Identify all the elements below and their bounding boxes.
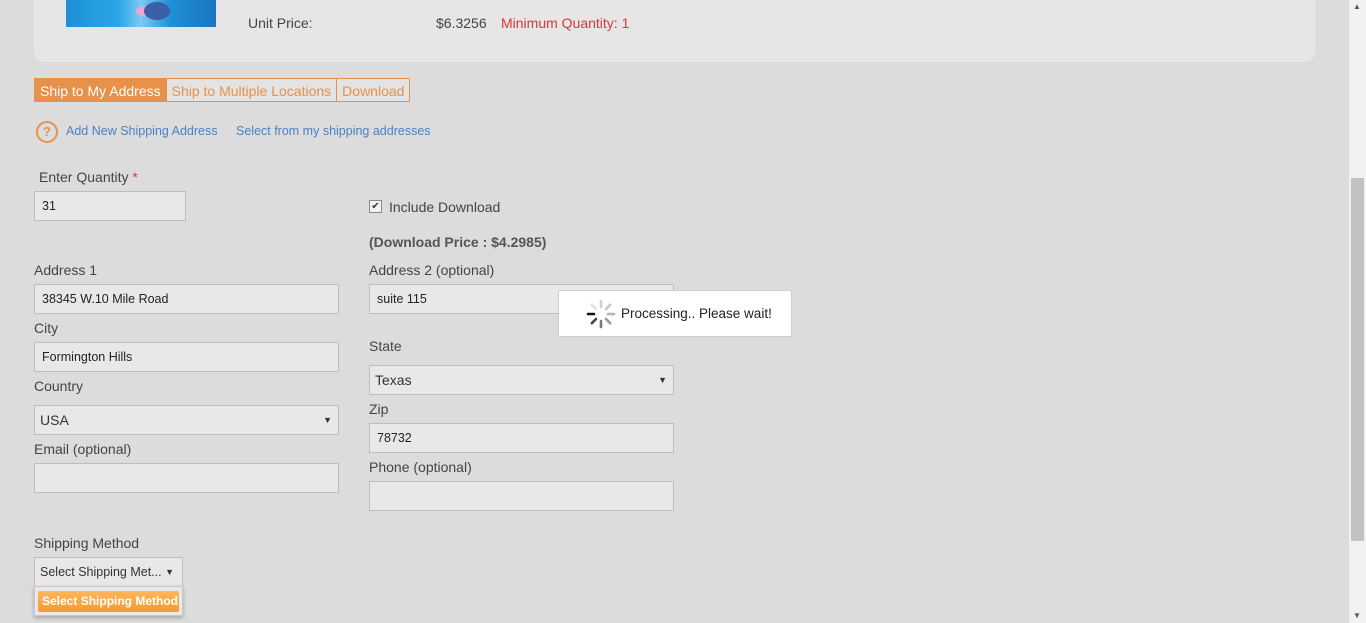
unit-price-value: $6.3256 bbox=[436, 15, 487, 31]
shipping-method-label: Shipping Method bbox=[34, 535, 140, 551]
caret-down-icon: ▼ bbox=[658, 375, 667, 385]
shipping-method-option[interactable]: Select Shipping Method bbox=[38, 591, 179, 612]
tab-download[interactable]: Download bbox=[336, 78, 411, 102]
phone-input[interactable] bbox=[369, 481, 674, 511]
state-select[interactable]: Texas ▼ bbox=[369, 365, 674, 395]
loading-spinner-icon bbox=[586, 299, 616, 329]
quantity-input[interactable] bbox=[34, 191, 186, 221]
shipping-tabs: Ship to My Address Ship to Multiple Loca… bbox=[34, 78, 411, 102]
state-label: State bbox=[369, 338, 402, 354]
country-label: Country bbox=[34, 378, 84, 394]
checkmark-icon: ✔ bbox=[371, 201, 380, 212]
scroll-down-arrow-icon[interactable]: ▼ bbox=[1353, 611, 1361, 620]
country-selected-value: USA bbox=[40, 412, 69, 428]
quantity-label: Enter Quantity * bbox=[39, 169, 138, 185]
download-price-text: (Download Price : $4.2985) bbox=[369, 234, 547, 250]
email-label: Email (optional) bbox=[34, 441, 132, 457]
vertical-scrollbar[interactable]: ▲ ▼ bbox=[1349, 0, 1366, 623]
add-new-shipping-address-link[interactable]: Add New Shipping Address bbox=[66, 124, 217, 138]
help-circle-icon[interactable]: ? bbox=[36, 121, 58, 143]
tab-ship-to-my-address[interactable]: Ship to My Address bbox=[34, 78, 167, 102]
processing-text: Processing.. Please wait! bbox=[621, 306, 772, 321]
required-asterisk: * bbox=[132, 169, 138, 185]
address2-label: Address 2 (optional) bbox=[369, 262, 495, 278]
city-input[interactable] bbox=[34, 342, 339, 372]
state-selected-value: Texas bbox=[375, 372, 412, 388]
zip-label: Zip bbox=[369, 401, 389, 417]
unit-price-label: Unit Price: bbox=[248, 15, 313, 31]
caret-down-icon: ▼ bbox=[165, 567, 174, 577]
address1-input[interactable] bbox=[34, 284, 339, 314]
email-input[interactable] bbox=[34, 463, 339, 493]
scroll-up-arrow-icon[interactable]: ▲ bbox=[1353, 2, 1361, 11]
address1-label: Address 1 bbox=[34, 262, 98, 278]
quantity-label-text: Enter Quantity bbox=[39, 169, 129, 185]
scrollbar-thumb[interactable] bbox=[1351, 178, 1364, 541]
phone-label: Phone (optional) bbox=[369, 459, 472, 475]
product-thumbnail bbox=[66, 0, 216, 27]
shipping-method-selected-value: Select Shipping Met... bbox=[40, 565, 162, 579]
tab-ship-to-multiple-locations[interactable]: Ship to Multiple Locations bbox=[165, 78, 338, 102]
include-download-checkbox[interactable]: ✔ bbox=[369, 200, 382, 213]
caret-down-icon: ▼ bbox=[323, 415, 332, 425]
select-shipping-address-link[interactable]: Select from my shipping addresses bbox=[236, 124, 431, 138]
city-label: City bbox=[34, 320, 59, 336]
include-download-label: Include Download bbox=[389, 199, 501, 215]
zip-input[interactable] bbox=[369, 423, 674, 453]
processing-dialog: Processing.. Please wait! bbox=[558, 290, 792, 337]
minimum-quantity-text: Minimum Quantity: 1 bbox=[501, 15, 630, 31]
country-select[interactable]: USA ▼ bbox=[34, 405, 339, 435]
product-summary-card bbox=[34, 0, 1315, 62]
shipping-method-dropdown: Select Shipping Method bbox=[34, 586, 183, 616]
shipping-method-select[interactable]: Select Shipping Met... ▼ bbox=[34, 557, 183, 587]
